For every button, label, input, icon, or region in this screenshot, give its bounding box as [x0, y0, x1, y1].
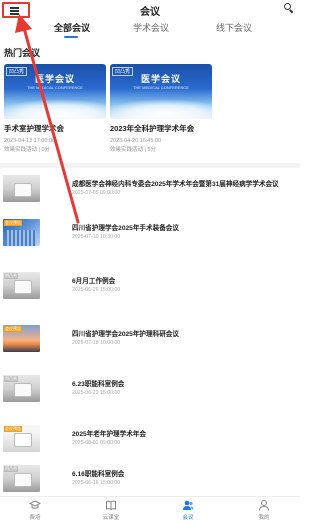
section-divider	[0, 163, 300, 168]
hot-card-meta: 效曦实践活动 | 0分	[4, 147, 51, 153]
list-item-thumbnail: 会议预告	[3, 219, 40, 246]
thumb-title: 医学会议	[140, 74, 181, 84]
list-item-thumbnail: 凹凸秀	[3, 272, 40, 299]
thumb-title: 医学会议	[34, 74, 75, 84]
list-item-thumbnail: 凹凸秀	[3, 375, 40, 402]
thumb-subtitle: THE MEDICAL CONFERENCE	[133, 85, 189, 90]
thumb-tag: 会议预告	[4, 426, 22, 432]
nav-item-training[interactable]: 费培	[5, 499, 65, 521]
hot-card-thumbnail: 凹凸秀 医学会议 THE MEDICAL CONFERENCE	[110, 64, 212, 119]
list-item-title: 四川省护理学会2025年手术装备会议	[72, 225, 179, 232]
hot-card-time: 2023-04-20 16:45:00	[110, 138, 162, 144]
list-item[interactable]: 成都医学会神经内科专委会2025年学术年会暨第31届神经病学学术会议 2025-…	[0, 170, 300, 205]
tab-active-indicator	[64, 36, 78, 38]
hot-card-title: 2023年全科护理学术年会	[110, 124, 195, 133]
list-item-title: 成都医学会神经内科专委会2025年学术年会暨第31届神经病学学术会议	[72, 181, 279, 188]
hot-card-meta: 效曦实践活动 | 5分	[110, 147, 157, 153]
list-item-title: 6.23职能科室例会	[72, 381, 125, 388]
list-item-title: 6月月工作例会	[72, 278, 116, 285]
hot-card[interactable]: 凹凸秀 医学会议 THE MEDICAL CONFERENCE 手术室护理学术会…	[4, 64, 106, 154]
thumb-tag: 凹凸秀	[4, 273, 18, 279]
list-item-time: 2025-06-23 15:00:00	[72, 390, 121, 396]
list-item[interactable]: 凹凸秀 6.16职能科室例会 2025-06-16 15:00:00	[0, 460, 300, 495]
search-icon[interactable]	[284, 3, 294, 14]
tab-bar: 全部会议 学术会议 线下会议	[0, 21, 300, 39]
list-item-title: 6.16职能科室例会	[72, 471, 125, 478]
list-item[interactable]: 凹凸秀 6.23职能科室例会 2025-06-23 15:00:00	[0, 370, 300, 405]
thumb-tag: 凹凸秀	[4, 376, 18, 382]
list-item[interactable]: 会议预告 2025年老年护理学术年会 2025-08-01 09:00:00	[0, 420, 300, 455]
list-item-time: 2025-07-10 10:30:00	[72, 234, 121, 240]
bottom-nav: 费培 云课堂 会议 我的	[0, 496, 300, 522]
list-item-time: 2025-06-26 15:00:00	[72, 287, 121, 293]
nav-label: 云课堂	[102, 515, 120, 521]
list-item-thumbnail: 会议预告	[3, 325, 40, 352]
tab-all-meetings[interactable]: 全部会议	[54, 21, 90, 34]
hot-card-title: 手术室护理学术会	[4, 124, 64, 133]
tab-academic-meetings[interactable]: 学术会议	[133, 21, 169, 34]
thumb-subtitle: THE MEDICAL CONFERENCE	[27, 85, 83, 90]
thumb-tag: 会议预告	[4, 220, 22, 226]
users-icon	[183, 500, 194, 510]
list-item-title: 2025年老年护理学术年会	[72, 431, 147, 438]
thumb-tag: 会议预告	[4, 326, 22, 332]
list-item-title: 四川省护理学会2025年护理科研会议	[72, 331, 179, 338]
nav-label: 费培	[29, 515, 41, 521]
nav-label: 会议	[182, 515, 194, 521]
thumb-tag: 凹凸秀	[4, 466, 18, 472]
person-icon	[259, 500, 269, 511]
book-icon	[106, 500, 116, 511]
hot-card-thumbnail: 凹凸秀 医学会议 THE MEDICAL CONFERENCE	[4, 64, 106, 119]
graduation-cap-icon	[29, 500, 41, 509]
list-item[interactable]: 会议预告 四川省护理学会2025年护理科研会议 2025-07-18 10:00…	[0, 320, 300, 355]
hot-card[interactable]: 凹凸秀 医学会议 THE MEDICAL CONFERENCE 2023年全科护…	[110, 64, 212, 154]
hot-section-title: 热门会议	[4, 48, 41, 58]
tab-offline-meetings[interactable]: 线下会议	[216, 21, 252, 34]
nav-item-cloud-class[interactable]: 云课堂	[81, 499, 141, 521]
hot-card-time: 2023-04-13 17:00:00	[4, 138, 56, 144]
list-item-time: 2025-07-05 09:00:00	[72, 190, 121, 196]
list-item[interactable]: 凹凸秀 6月月工作例会 2025-06-26 15:00:00	[0, 267, 300, 302]
nav-item-meetings[interactable]: 会议	[158, 499, 218, 521]
list-item-thumbnail	[3, 175, 40, 202]
nav-label: 我的	[258, 515, 270, 521]
nav-item-profile[interactable]: 我的	[234, 499, 294, 521]
list-item[interactable]: 会议预告 四川省护理学会2025年手术装备会议 2025-07-10 10:30…	[0, 214, 300, 249]
list-item-time: 2025-06-16 15:00:00	[72, 480, 121, 486]
list-item-time: 2025-07-18 10:00:00	[72, 340, 121, 346]
page-title: 会议	[140, 7, 160, 18]
list-item-thumbnail: 会议预告	[3, 425, 40, 452]
list-item-thumbnail: 凹凸秀	[3, 465, 40, 492]
top-bar: 会议	[0, 0, 300, 18]
list-item-time: 2025-08-01 09:00:00	[72, 440, 121, 446]
